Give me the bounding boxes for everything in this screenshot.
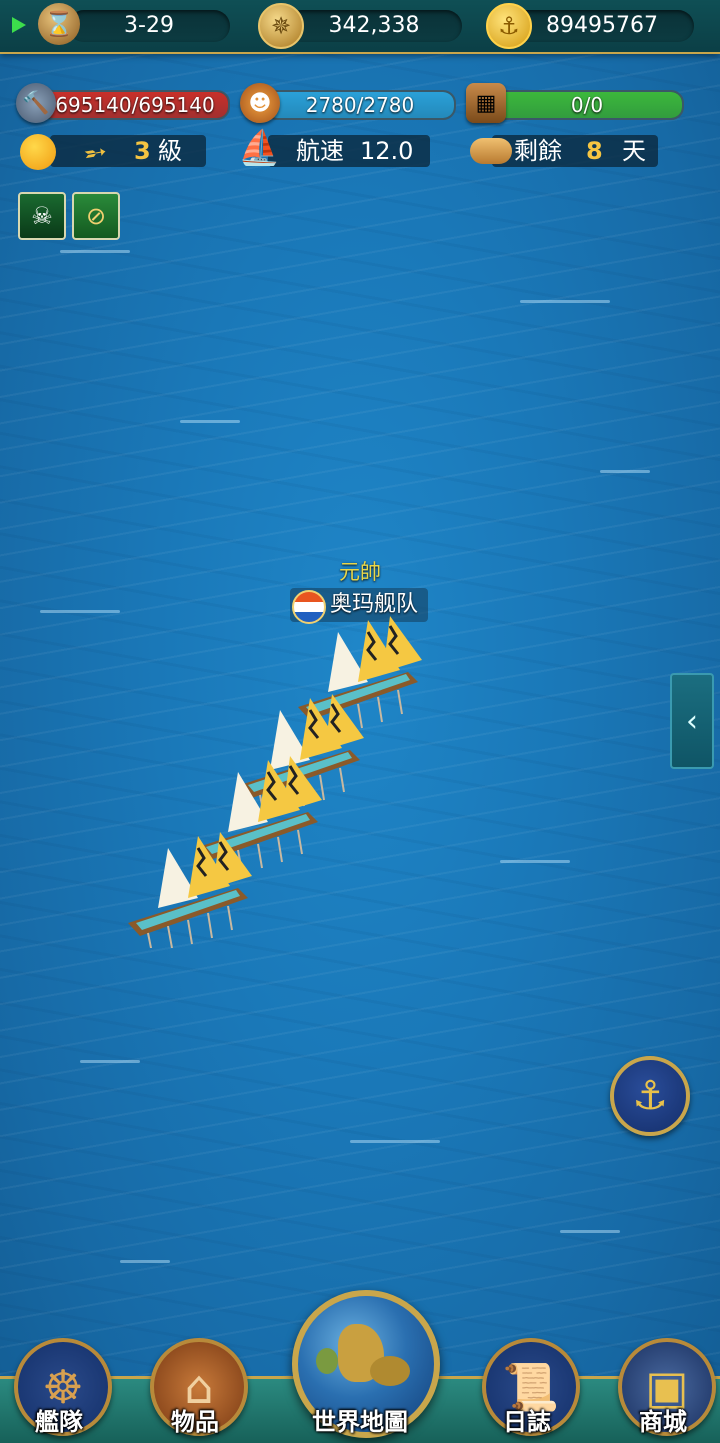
food-display: 剩餘 8 天	[492, 135, 658, 167]
gold-display[interactable]: 89495767	[510, 10, 694, 42]
food-days: 8	[586, 137, 603, 165]
crew-icon: ☻	[240, 83, 280, 123]
anchor-icon[interactable]: ⚓	[610, 1056, 690, 1136]
compass-icon: ✵	[258, 3, 304, 49]
wind-level-unit: 級	[158, 137, 182, 165]
hourglass-icon: ⌛	[38, 3, 80, 45]
play-icon[interactable]	[12, 17, 26, 33]
crew-value: 2780/2780	[305, 93, 415, 117]
sun-icon	[20, 134, 56, 170]
compass-speed-icon[interactable]: ⊘	[72, 192, 120, 240]
speed-label: 航速	[296, 137, 344, 165]
fleet-rank: 元帥	[339, 560, 381, 584]
nav-items-label: 物品	[171, 1408, 219, 1436]
nav-world-map-label: 世界地圖	[312, 1408, 408, 1436]
date-value: 3-29	[124, 13, 174, 38]
pirate-flag-icon[interactable]: ☠	[18, 192, 66, 240]
top-resource-bar: 3-29 ⌛ 342,338 ✵ 89495767 ⚓	[0, 0, 720, 54]
gold-value: 89495767	[546, 13, 658, 38]
gold-coin-icon: ⚓	[486, 3, 532, 49]
durability-bar: 695140/695140	[40, 90, 230, 120]
galley-ship[interactable]	[118, 828, 258, 948]
bread-icon	[470, 138, 512, 164]
durability-value: 695140/695140	[55, 93, 215, 117]
speed-display: 航速 12.0	[268, 135, 430, 167]
wind-level-number: 3	[134, 137, 151, 165]
weather-wind-display: 3 級	[50, 135, 206, 167]
speed-value: 12.0	[360, 137, 414, 165]
ship-icon: ⛵	[238, 128, 281, 168]
nav-items-button[interactable]: ⌂ 物品	[140, 1330, 250, 1440]
cargo-bar: 0/0	[490, 90, 684, 120]
hammer-icon: 🔨	[16, 83, 56, 123]
nav-shop-button[interactable]: ▣ 商城	[608, 1330, 718, 1440]
nav-log-label: 日誌	[503, 1408, 551, 1436]
nav-shop-label: 商城	[639, 1408, 687, 1436]
date-display: 3-29	[68, 10, 230, 42]
food-unit: 天	[622, 137, 646, 165]
crew-bar: 2780/2780	[264, 90, 456, 120]
chevron-left-icon[interactable]: ‹	[670, 673, 714, 769]
nav-fleet-label: 艦隊	[35, 1408, 83, 1436]
reputation-display: 342,338	[286, 10, 462, 42]
nav-log-button[interactable]: 📜 日誌	[472, 1330, 582, 1440]
nav-fleet-button[interactable]: ☸ 艦隊	[4, 1330, 114, 1440]
food-label: 剩餘	[514, 137, 562, 165]
reputation-value: 342,338	[328, 13, 420, 38]
cargo-box-icon: ▦	[466, 83, 506, 123]
cargo-value: 0/0	[570, 93, 604, 117]
